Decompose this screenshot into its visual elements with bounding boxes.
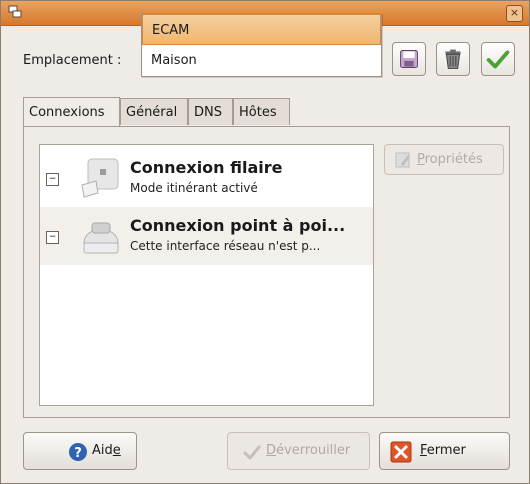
- connection-name: Connexion point à poi...: [130, 216, 346, 235]
- properties-label: Propriétés: [417, 152, 483, 167]
- trash-can-icon: [445, 49, 461, 69]
- location-label: Emplacement :: [23, 53, 122, 68]
- close-button[interactable]: Fermer: [379, 432, 510, 470]
- network-settings-icon: [8, 5, 22, 18]
- tab-hotes[interactable]: Hôtes: [233, 98, 290, 125]
- tab-general[interactable]: Général: [120, 98, 188, 125]
- properties-button[interactable]: Propriétés: [384, 144, 504, 175]
- dropdown-option-maison[interactable]: Maison: [142, 45, 381, 76]
- tab-dns[interactable]: DNS: [188, 98, 233, 125]
- collapse-toggle[interactable]: −: [46, 173, 59, 186]
- tab-connexions[interactable]: Connexions: [23, 97, 120, 126]
- window-close-button[interactable]: ×: [506, 5, 523, 22]
- close-x-icon: [390, 441, 412, 463]
- connections-list[interactable]: − Connexion filaire Mode itinérant activ…: [39, 144, 374, 406]
- telephone-modem-icon: [83, 222, 119, 254]
- network-settings-window: × Emplacement : Connexions Général DNS H…: [0, 0, 530, 484]
- connection-status: Cette interface réseau n'est p...: [130, 239, 321, 253]
- properties-icon: [395, 152, 411, 168]
- connections-panel: − Connexion filaire Mode itinérant activ…: [23, 126, 510, 418]
- svg-text:?: ?: [74, 446, 82, 461]
- wired-ethernet-icon: [81, 158, 119, 198]
- unlock-checkmark-icon: [243, 445, 261, 460]
- apply-location-button[interactable]: [481, 42, 515, 76]
- delete-location-button[interactable]: [436, 42, 470, 76]
- help-icon: ?: [69, 443, 87, 461]
- location-dropdown-popup[interactable]: ECAM Maison: [141, 13, 382, 77]
- collapse-toggle[interactable]: −: [46, 231, 59, 244]
- checkmark-icon: [486, 50, 510, 69]
- connection-status: Mode itinérant activé: [130, 181, 258, 195]
- connection-name: Connexion filaire: [130, 158, 283, 177]
- save-location-button[interactable]: [392, 42, 426, 76]
- help-label: Aide: [92, 443, 121, 458]
- unlock-label: Déverrouiller: [266, 443, 351, 458]
- close-label: Fermer: [420, 443, 466, 458]
- dropdown-option-ecam[interactable]: ECAM: [142, 14, 381, 45]
- floppy-disk-icon: [400, 50, 418, 68]
- list-item[interactable]: − Connexion filaire Mode itinérant activ…: [40, 149, 373, 207]
- list-item[interactable]: − Connexion point à poi... Cette interfa…: [40, 207, 373, 265]
- unlock-button[interactable]: Déverrouiller: [227, 432, 370, 470]
- help-button[interactable]: ? Aide: [23, 432, 137, 470]
